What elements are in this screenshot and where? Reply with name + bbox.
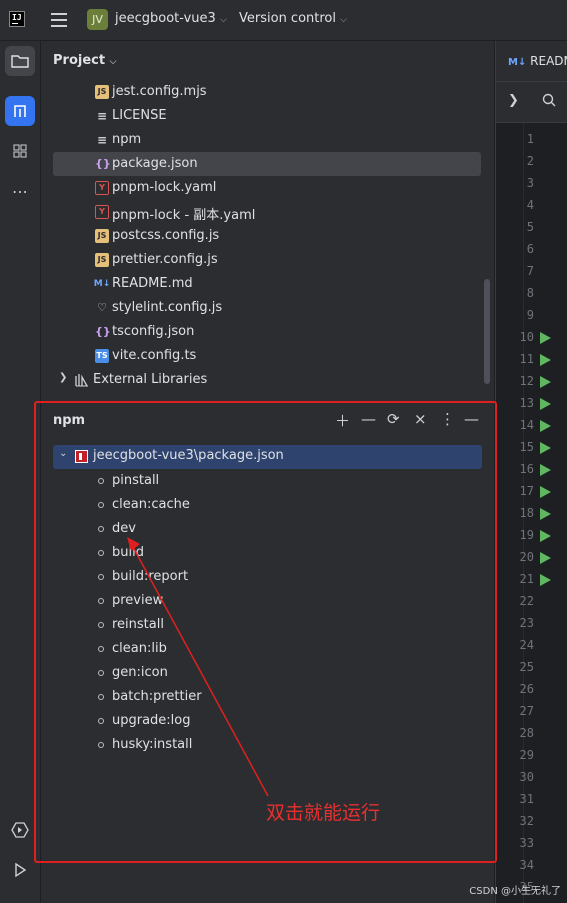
annotation-arrow <box>127 537 269 797</box>
watermark: CSDN @小生无礼了 <box>469 886 561 897</box>
annotation-text: 双击就能运行 <box>266 802 381 824</box>
